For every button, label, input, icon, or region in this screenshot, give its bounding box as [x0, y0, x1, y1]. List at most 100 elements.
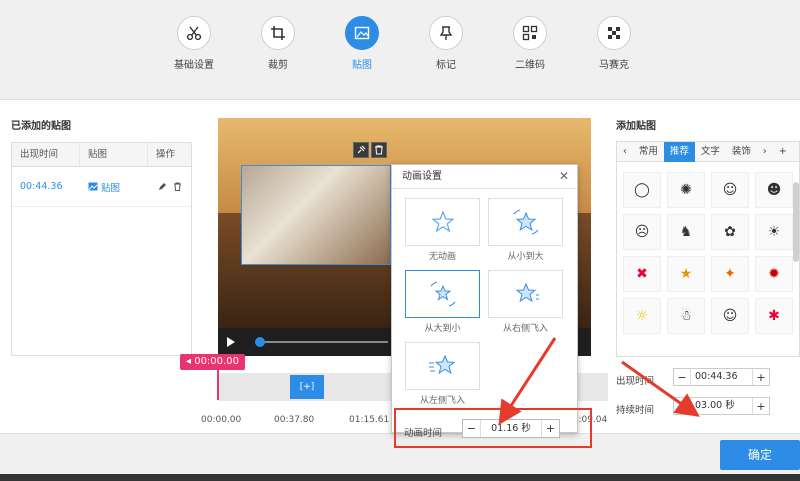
table-header: 出现时间 贴图 操作	[12, 143, 191, 167]
anim-option-none[interactable]	[405, 198, 480, 246]
anim-option-label: 从大到小	[424, 324, 461, 334]
tool-mosaic[interactable]: 马赛克	[579, 16, 649, 71]
chevron-right-icon[interactable]: ›	[757, 142, 773, 162]
tool-sticker[interactable]: 贴图	[327, 16, 397, 71]
pin-icon	[429, 16, 463, 50]
tool-label: 马赛克	[599, 60, 629, 71]
trash-icon[interactable]	[371, 142, 387, 158]
duration-stepper[interactable]: − 03.00 秒 +	[673, 397, 770, 415]
tool-label: 贴图	[352, 60, 372, 71]
column-header: 出现时间	[12, 143, 80, 166]
star-icon	[430, 210, 455, 233]
tool-label: 二维码	[515, 60, 545, 71]
row-sticker[interactable]: 贴图	[80, 180, 148, 194]
animation-settings-dialog: 动画设置 ✕ 无动画 从小到大 从大到小 从右侧飞入 从左侧飞入	[391, 164, 578, 433]
row-sticker-label: 贴图	[101, 182, 121, 194]
sticker-thumbnail[interactable]: ✿	[711, 214, 749, 250]
star-shrink-icon	[430, 281, 455, 307]
confirm-button[interactable]: 确定	[720, 440, 800, 470]
pin-icon[interactable]	[353, 142, 369, 158]
dialog-title: 动画设置	[392, 165, 577, 189]
sticker-thumbnail[interactable]: ✦	[711, 256, 749, 292]
top-toolbar: 基础设置 裁剪 贴图 标记 二维码 马赛克	[0, 0, 800, 100]
plus-icon[interactable]: +	[753, 371, 769, 384]
sticker-thumbnail[interactable]: ☀	[755, 214, 793, 250]
timeline-tick: 00:00.00	[201, 415, 242, 425]
anim-option-label: 从左侧飞入	[419, 396, 465, 406]
trash-icon[interactable]	[173, 182, 182, 191]
play-icon[interactable]	[226, 336, 236, 348]
qrcode-icon	[513, 16, 547, 50]
sticker-thumbnail[interactable]: ✺	[667, 172, 705, 208]
mosaic-icon	[597, 16, 631, 50]
tab-text[interactable]: 文字	[695, 142, 726, 162]
tool-crop[interactable]: 裁剪	[243, 16, 313, 71]
play-marker-icon: ◂	[186, 356, 195, 367]
sticker-image[interactable]	[241, 165, 391, 265]
appear-time-label: 出现时间	[616, 376, 655, 387]
video-progress-track[interactable]	[258, 341, 388, 343]
timeline-playhead[interactable]	[217, 370, 219, 400]
sticker-thumbnail[interactable]: ✖	[623, 256, 661, 292]
duration-label: 持续时间	[616, 405, 655, 416]
scissors-icon	[177, 16, 211, 50]
sticker-thumbnail[interactable]: ♞	[667, 214, 705, 250]
anim-option-zoom-out[interactable]	[405, 270, 480, 318]
tool-qrcode[interactable]: 二维码	[495, 16, 565, 71]
added-stickers-table: 出现时间 贴图 操作 00:44.36 贴图	[11, 142, 192, 356]
sticker-thumbnail[interactable]: ✹	[755, 256, 793, 292]
sticker-thumbnail[interactable]: ◯	[623, 172, 661, 208]
star-grow-icon	[513, 209, 538, 235]
timeline-sticker-clip[interactable]: [+]	[290, 375, 324, 399]
anim-option-label: 从右侧飞入	[502, 324, 548, 334]
tab-recommended[interactable]: 推荐	[663, 142, 695, 162]
timeline-current-time[interactable]: ◂ 00:00.00	[180, 354, 245, 370]
minus-icon[interactable]: −	[674, 371, 690, 384]
sticker-thumbnail[interactable]: ☹	[623, 214, 661, 250]
taskbar-strip	[0, 474, 800, 481]
tab-common[interactable]: 常用	[633, 142, 664, 162]
column-header: 操作	[156, 149, 176, 160]
video-progress-handle[interactable]	[255, 337, 265, 347]
anim-option-label: 从小到大	[507, 252, 544, 262]
row-time: 00:44.36	[20, 181, 63, 192]
sticker-library: ‹ 常用 推荐 文字 装饰 › + ◯ ✺ ☺ ☻ ☹ ♞ ✿ ☀ ✖ ★ ✦ …	[616, 141, 800, 357]
appear-time-value[interactable]: 00:44.36	[690, 369, 753, 385]
star-fly-right-icon	[515, 282, 539, 303]
sticker-thumbnail[interactable]: ☼	[623, 298, 661, 334]
sticker-scrollbar[interactable]	[793, 182, 799, 262]
sticker-tools	[353, 142, 387, 158]
tool-label: 基础设置	[174, 60, 214, 71]
anim-option-zoom-in[interactable]	[488, 198, 563, 246]
timeline-current-time-label: 00:00.00	[194, 356, 239, 367]
close-icon[interactable]: ✕	[559, 169, 569, 183]
sticker-tabs: ‹ 常用 推荐 文字 装饰 › +	[617, 142, 799, 162]
pencil-icon[interactable]	[158, 182, 167, 191]
sticker-grid: ◯ ✺ ☺ ☻ ☹ ♞ ✿ ☀ ✖ ★ ✦ ✹ ☼ ☃ ☺ ✱	[617, 162, 799, 344]
tab-decoration[interactable]: 装饰	[726, 142, 757, 162]
sticker-thumbnail[interactable]: ☺	[711, 172, 749, 208]
tool-mark[interactable]: 标记	[411, 16, 481, 71]
sticker-thumbnail[interactable]: ★	[667, 256, 705, 292]
sticker-thumbnail[interactable]: ☺	[711, 298, 749, 334]
appear-time-stepper[interactable]: − 00:44.36 +	[673, 368, 770, 386]
column-header: 贴图	[80, 143, 148, 166]
image-icon	[345, 16, 379, 50]
duration-value[interactable]: 03.00 秒	[690, 398, 753, 414]
sticker-thumbnail[interactable]: ✱	[755, 298, 793, 334]
left-panel-title: 已添加的贴图	[11, 121, 71, 132]
image-icon	[88, 182, 98, 191]
plus-icon[interactable]: +	[753, 400, 769, 413]
anim-option-fly-right[interactable]	[488, 270, 563, 318]
anim-option-fly-left[interactable]	[405, 342, 480, 390]
sticker-thumbnail[interactable]: ☃	[667, 298, 705, 334]
sticker-thumbnail[interactable]: ☻	[755, 172, 793, 208]
crop-icon	[261, 16, 295, 50]
chevron-left-icon[interactable]: ‹	[617, 142, 633, 162]
tool-label: 裁剪	[268, 60, 288, 71]
table-row[interactable]: 00:44.36 贴图	[12, 167, 191, 207]
tool-basic-settings[interactable]: 基础设置	[159, 16, 229, 71]
plus-icon[interactable]: +	[773, 142, 793, 162]
minus-icon[interactable]: −	[674, 400, 690, 413]
right-panel-title: 添加贴图	[616, 121, 656, 132]
